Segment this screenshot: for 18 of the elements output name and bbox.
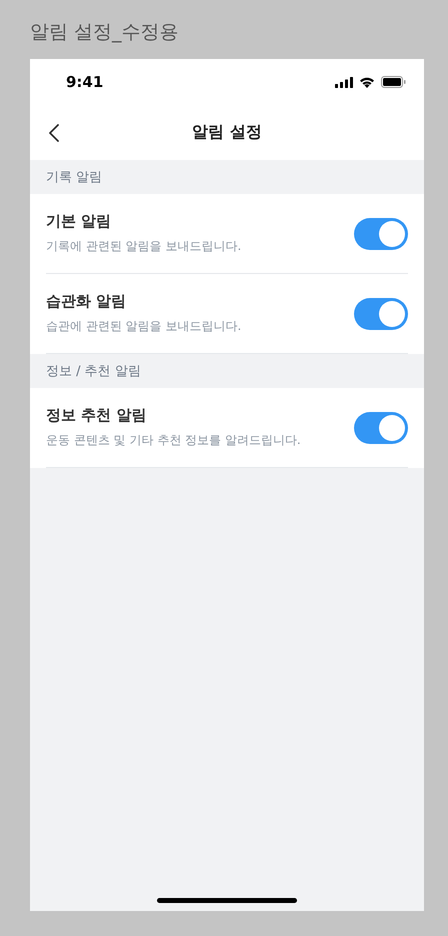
status-time: 9:41 bbox=[66, 73, 104, 91]
setting-title: 정보 추천 알림 bbox=[46, 406, 148, 425]
wifi-icon bbox=[359, 76, 375, 88]
toggle-switch[interactable] bbox=[354, 412, 408, 444]
setting-description: 습관에 관련된 알림을 보내드립니다. bbox=[46, 318, 242, 335]
section-title: 정보 / 추천 알림 bbox=[46, 363, 141, 380]
battery-icon bbox=[381, 76, 406, 88]
setting-title: 습관화 알림 bbox=[46, 292, 128, 311]
signal-icon bbox=[335, 76, 353, 88]
setting-title: 기본 알림 bbox=[46, 212, 112, 231]
setting-description: 기록에 관련된 알림을 보내드립니다. bbox=[46, 238, 242, 255]
screen-title: 알림 설정 bbox=[192, 122, 262, 143]
section-title: 기록 알림 bbox=[46, 169, 102, 186]
frame-title: 알림 설정_수정용 bbox=[30, 20, 179, 45]
setting-description: 운동 콘텐츠 및 기타 추천 정보를 알려드립니다. bbox=[46, 432, 301, 449]
back-button[interactable] bbox=[46, 121, 62, 145]
toggle-switch[interactable] bbox=[354, 298, 408, 330]
toggle-switch[interactable] bbox=[354, 218, 408, 250]
